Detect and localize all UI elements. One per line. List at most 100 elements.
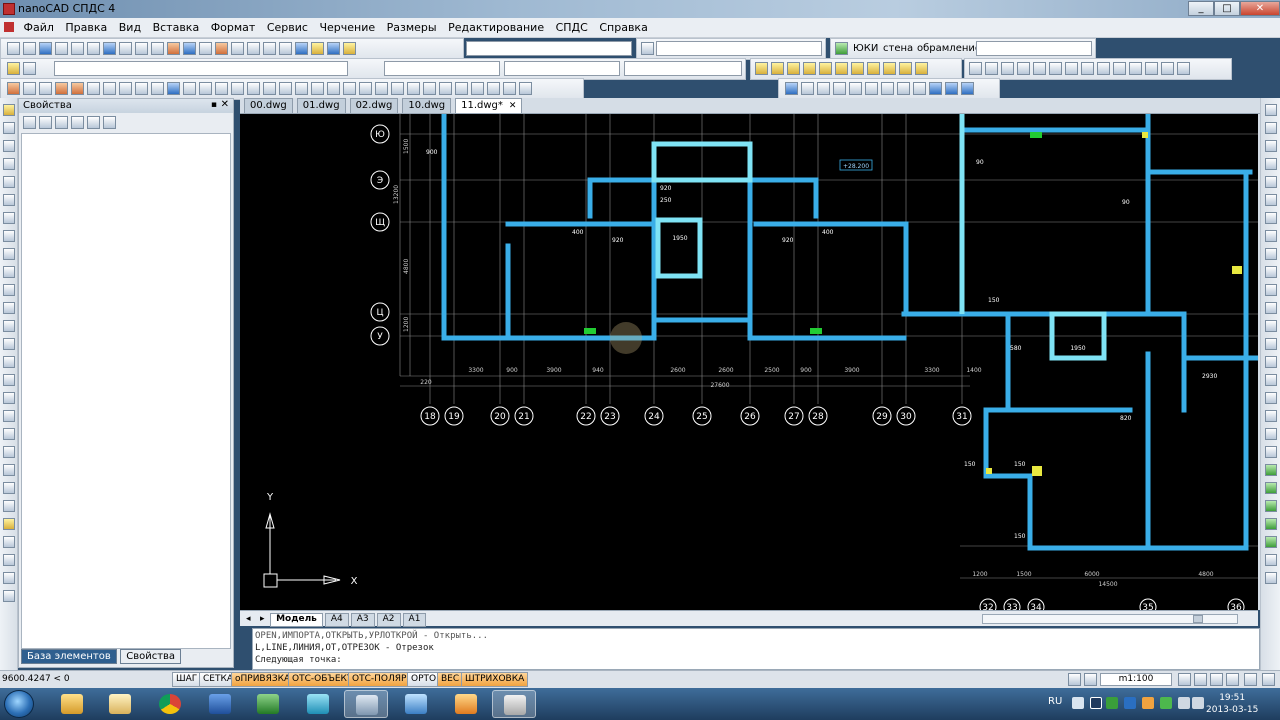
maximize-button[interactable]: □ xyxy=(1214,1,1240,16)
view-toolbar-icons[interactable] xyxy=(785,82,977,96)
wall-style-icon[interactable] xyxy=(835,42,851,56)
lineweight-toggle[interactable]: ВЕС xyxy=(437,672,464,687)
polar-toggle[interactable]: ОТС-ПОЛЯР xyxy=(348,672,411,687)
tray-app-icon[interactable] xyxy=(1124,697,1136,709)
dim-text: 150 xyxy=(1014,461,1026,468)
menu-modify[interactable]: Редактирование xyxy=(444,18,548,34)
properties-toolbar-icons[interactable] xyxy=(7,62,39,76)
lock-icon[interactable] xyxy=(87,116,100,129)
command-line[interactable]: OPEN,ИМПОРТА,ОТКРЫТЬ,УРЛОТКРОЙ - Открыть… xyxy=(252,628,1260,670)
menu-view[interactable]: Вид xyxy=(115,18,145,34)
otrack-toggle[interactable]: ОТС-ОБЪЕКТ xyxy=(288,672,357,687)
tray-app-icon[interactable] xyxy=(1106,697,1118,709)
doc-tab-11[interactable]: 11.dwg* ✕ xyxy=(455,98,523,113)
taskbar-excel[interactable] xyxy=(246,690,290,718)
modify-toolbar-icons[interactable] xyxy=(969,62,1193,76)
taskbar-paint[interactable] xyxy=(394,690,438,718)
dim-text: 900 xyxy=(426,149,438,156)
tab-element-base[interactable]: База элементов xyxy=(21,649,117,664)
settings-icon[interactable] xyxy=(1262,673,1275,686)
tab-nav-left-icon[interactable]: ◂ xyxy=(246,614,251,624)
tab-nav-right-icon[interactable]: ▸ xyxy=(260,614,265,624)
toggle-pickadd-icon[interactable] xyxy=(39,116,52,129)
menu-help[interactable]: Справка xyxy=(595,18,651,34)
pin-icon[interactable]: ▪ xyxy=(211,100,217,110)
close-button[interactable]: ✕ xyxy=(1240,1,1280,16)
spds-side-toolbar[interactable] xyxy=(1260,98,1280,670)
taskbar-nanocad[interactable] xyxy=(344,690,388,718)
language-indicator[interactable]: RU xyxy=(1048,696,1062,707)
menu-file[interactable]: Файл xyxy=(20,18,58,34)
menu-insert[interactable]: Вставка xyxy=(149,18,204,34)
standard-toolbar-icons[interactable] xyxy=(7,42,359,56)
snap-toggle[interactable]: ШАГ xyxy=(172,672,202,687)
doc-tab-01[interactable]: 01.dwg xyxy=(296,98,346,113)
scale-selector[interactable]: m1:100 xyxy=(1100,673,1172,686)
taskbar-chrome[interactable] xyxy=(148,690,192,718)
taskbar-explorer[interactable] xyxy=(50,690,94,718)
textstyle-combo[interactable] xyxy=(656,41,822,56)
column-label: 25 xyxy=(696,412,707,422)
taskbar-app[interactable] xyxy=(296,690,340,718)
tab-a4[interactable]: A4 xyxy=(324,613,349,627)
network-icon[interactable] xyxy=(1178,697,1190,709)
pan-icon[interactable] xyxy=(1226,673,1239,686)
tray-app-icon[interactable] xyxy=(1142,697,1154,709)
start-button[interactable] xyxy=(4,690,34,718)
zoom-realtime-icon[interactable] xyxy=(1178,673,1191,686)
zoom-extents-icon[interactable] xyxy=(1210,673,1223,686)
menu-spds[interactable]: СПДС xyxy=(552,18,592,34)
osnap-toggle[interactable]: оПРИВЯЗКА xyxy=(231,672,295,687)
menu-draw[interactable]: Черчение xyxy=(315,18,379,34)
ru-layout-icon[interactable] xyxy=(1090,697,1102,709)
textstyle-icon[interactable] xyxy=(641,42,657,56)
draw-toolbar[interactable] xyxy=(0,98,18,670)
doc-tab-10[interactable]: 10.dwg xyxy=(402,98,452,113)
command-prompt[interactable]: Следующая точка: xyxy=(255,654,1257,666)
menu-format[interactable]: Формат xyxy=(207,18,260,34)
unlock-icon[interactable] xyxy=(103,116,116,129)
osnap-toolbar-icons[interactable] xyxy=(755,62,931,76)
vertical-scrollbar[interactable] xyxy=(1258,114,1260,610)
taskbar-media[interactable] xyxy=(444,690,488,718)
minimize-button[interactable]: _ xyxy=(1188,1,1214,16)
volume-icon[interactable] xyxy=(1192,697,1204,709)
menu-dimensions[interactable]: Размеры xyxy=(383,18,441,34)
color-select[interactable] xyxy=(384,61,500,76)
linetype-select[interactable] xyxy=(504,61,620,76)
tray-app-icon[interactable] xyxy=(1160,697,1172,709)
keyboard-icon[interactable] xyxy=(1072,697,1084,709)
wall-style-combo[interactable] xyxy=(976,41,1092,56)
hatch-toggle[interactable]: ШТРИХОВКА xyxy=(461,672,529,687)
panel-close-icon[interactable]: ✕ xyxy=(221,99,229,110)
zoom-window-icon[interactable] xyxy=(1194,673,1207,686)
menu-edit[interactable]: Правка xyxy=(61,18,111,34)
spds-toolbar-icons[interactable] xyxy=(7,82,535,96)
scroll-thumb[interactable] xyxy=(1193,615,1203,623)
taskbar-window[interactable] xyxy=(492,690,536,718)
doc-tab-00[interactable]: 00.dwg xyxy=(244,98,293,113)
tab-properties[interactable]: Свойства xyxy=(120,649,182,664)
close-tab-icon[interactable]: ✕ xyxy=(509,101,517,111)
lineweight-select[interactable] xyxy=(624,61,742,76)
filter-icon[interactable] xyxy=(71,116,84,129)
clock[interactable]: 19:51 2013-03-15 xyxy=(1206,692,1258,716)
layer-combo[interactable] xyxy=(466,41,632,56)
tab-a3[interactable]: A3 xyxy=(350,613,375,627)
ortho-toggle[interactable]: ОРТО xyxy=(407,672,441,687)
tab-model[interactable]: Модель xyxy=(270,613,323,627)
tab-a2[interactable]: A2 xyxy=(376,613,401,627)
doc-tab-02[interactable]: 02.dwg xyxy=(349,98,399,113)
viewport-icon[interactable] xyxy=(1068,673,1081,686)
taskbar-word[interactable] xyxy=(198,690,242,718)
horizontal-scrollbar[interactable] xyxy=(982,614,1238,624)
annotation-icon[interactable] xyxy=(1084,673,1097,686)
layer-select[interactable] xyxy=(54,61,348,76)
regen-icon[interactable] xyxy=(1244,673,1257,686)
select-all-icon[interactable] xyxy=(23,116,36,129)
taskbar-files[interactable] xyxy=(98,690,142,718)
drawing-canvas[interactable]: Ю Э Щ Ц У 1500 13200 4800 1200 1950 1950… xyxy=(240,114,1258,610)
menu-service[interactable]: Сервис xyxy=(263,18,312,34)
quick-select-icon[interactable] xyxy=(55,116,68,129)
tab-a1[interactable]: A1 xyxy=(402,613,427,627)
